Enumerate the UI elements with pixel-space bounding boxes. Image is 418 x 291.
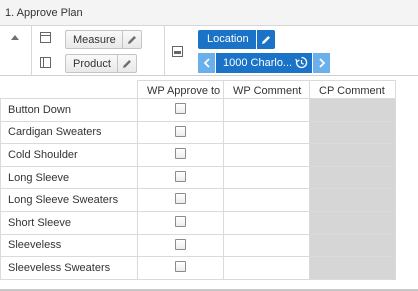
pencil-icon[interactable] xyxy=(121,31,141,48)
table-row: Sleeveless xyxy=(0,233,396,258)
approve-checkbox[interactable] xyxy=(175,261,186,273)
product-dimension-chip[interactable]: Product xyxy=(65,54,137,73)
cp-comment-cell xyxy=(309,210,396,235)
cp-comment-cell xyxy=(309,98,396,122)
collapse-toggle[interactable] xyxy=(0,26,32,76)
wp-comment-cell[interactable] xyxy=(223,188,310,212)
table-row: Sleeveless Sweaters xyxy=(0,256,396,280)
page-axis-icon xyxy=(172,46,183,57)
history-icon[interactable] xyxy=(295,56,308,72)
data-grid: WP Approve to WP Comment CP Comment Butt… xyxy=(0,80,396,280)
column-header[interactable]: WP Comment xyxy=(223,80,310,99)
row-header[interactable]: Sleeveless Sweaters xyxy=(0,256,138,280)
cp-comment-cell xyxy=(309,165,396,190)
row-header[interactable]: Sleeveless xyxy=(0,233,138,258)
cp-comment-cell xyxy=(309,233,396,258)
cp-comment-cell xyxy=(309,120,396,145)
approve-checkbox[interactable] xyxy=(175,238,186,250)
wp-comment-cell[interactable] xyxy=(223,143,310,167)
header-row: WP Approve to WP Comment CP Comment xyxy=(0,80,396,99)
corner-cell xyxy=(0,80,138,99)
approve-cell[interactable] xyxy=(137,165,224,190)
cp-comment-cell xyxy=(309,256,396,280)
page-navigator: 1000 Charlo... xyxy=(198,53,330,73)
row-header[interactable]: Button Down xyxy=(0,98,138,122)
product-dimension-label: Product xyxy=(73,58,111,70)
wp-comment-cell[interactable] xyxy=(223,233,310,258)
row-header[interactable]: Long Sleeve xyxy=(0,165,138,190)
column-header[interactable]: CP Comment xyxy=(309,80,396,99)
wp-comment-cell[interactable] xyxy=(223,210,310,235)
measure-dimension-label: Measure xyxy=(73,34,116,46)
chevron-right-icon[interactable] xyxy=(312,53,330,73)
approve-checkbox[interactable] xyxy=(175,125,186,137)
rows-axis-icon xyxy=(40,32,51,43)
table-row: Cold Shoulder xyxy=(0,143,396,167)
approve-cell[interactable] xyxy=(137,188,224,212)
approve-cell[interactable] xyxy=(137,233,224,258)
table-row: Cardigan Sweaters xyxy=(0,120,396,145)
approve-checkbox[interactable] xyxy=(175,170,186,182)
columns-axis-icon xyxy=(40,57,51,68)
chevron-left-icon[interactable] xyxy=(198,53,216,73)
row-header[interactable]: Short Sleeve xyxy=(0,210,138,235)
wp-comment-cell[interactable] xyxy=(223,120,310,145)
column-header[interactable]: WP Approve to xyxy=(137,80,224,99)
row-header[interactable]: Long Sleeve Sweaters xyxy=(0,188,138,212)
table-row: Long Sleeve xyxy=(0,165,396,190)
pivot-area: Measure Product Location 1000 Charlo... xyxy=(0,26,418,76)
row-header[interactable]: Cardigan Sweaters xyxy=(0,120,138,145)
cp-comment-cell xyxy=(309,188,396,212)
page-selector[interactable]: 1000 Charlo... xyxy=(216,53,312,73)
view-title-bar: 1. Approve Plan xyxy=(0,0,418,26)
table-row: Short Sleeve xyxy=(0,210,396,235)
approve-checkbox[interactable] xyxy=(175,193,186,205)
page-selector-value: 1000 Charlo... xyxy=(223,57,293,69)
approve-checkbox[interactable] xyxy=(175,103,186,114)
wp-comment-cell[interactable] xyxy=(223,256,310,280)
pencil-icon[interactable] xyxy=(255,30,275,49)
wp-comment-cell[interactable] xyxy=(223,165,310,190)
approve-cell[interactable] xyxy=(137,256,224,280)
view-title: 1. Approve Plan xyxy=(5,7,83,19)
data-grid-area: WP Approve to WP Comment CP Comment Butt… xyxy=(0,76,418,291)
pivot-divider xyxy=(164,26,165,76)
approve-checkbox[interactable] xyxy=(175,215,186,227)
approve-cell[interactable] xyxy=(137,98,224,122)
approve-cell[interactable] xyxy=(137,210,224,235)
triangle-up-icon[interactable] xyxy=(11,35,19,40)
location-dimension-label: Location xyxy=(207,33,249,45)
row-header[interactable]: Cold Shoulder xyxy=(0,143,138,167)
approve-checkbox[interactable] xyxy=(175,148,186,160)
approve-cell[interactable] xyxy=(137,143,224,167)
wp-comment-cell[interactable] xyxy=(223,98,310,122)
approve-cell[interactable] xyxy=(137,120,224,145)
location-dimension-chip[interactable]: Location xyxy=(198,30,275,49)
table-row: Button Down xyxy=(0,98,396,122)
cp-comment-cell xyxy=(309,143,396,167)
pencil-icon[interactable] xyxy=(116,55,136,72)
table-row: Long Sleeve Sweaters xyxy=(0,188,396,212)
measure-dimension-chip[interactable]: Measure xyxy=(65,30,142,49)
